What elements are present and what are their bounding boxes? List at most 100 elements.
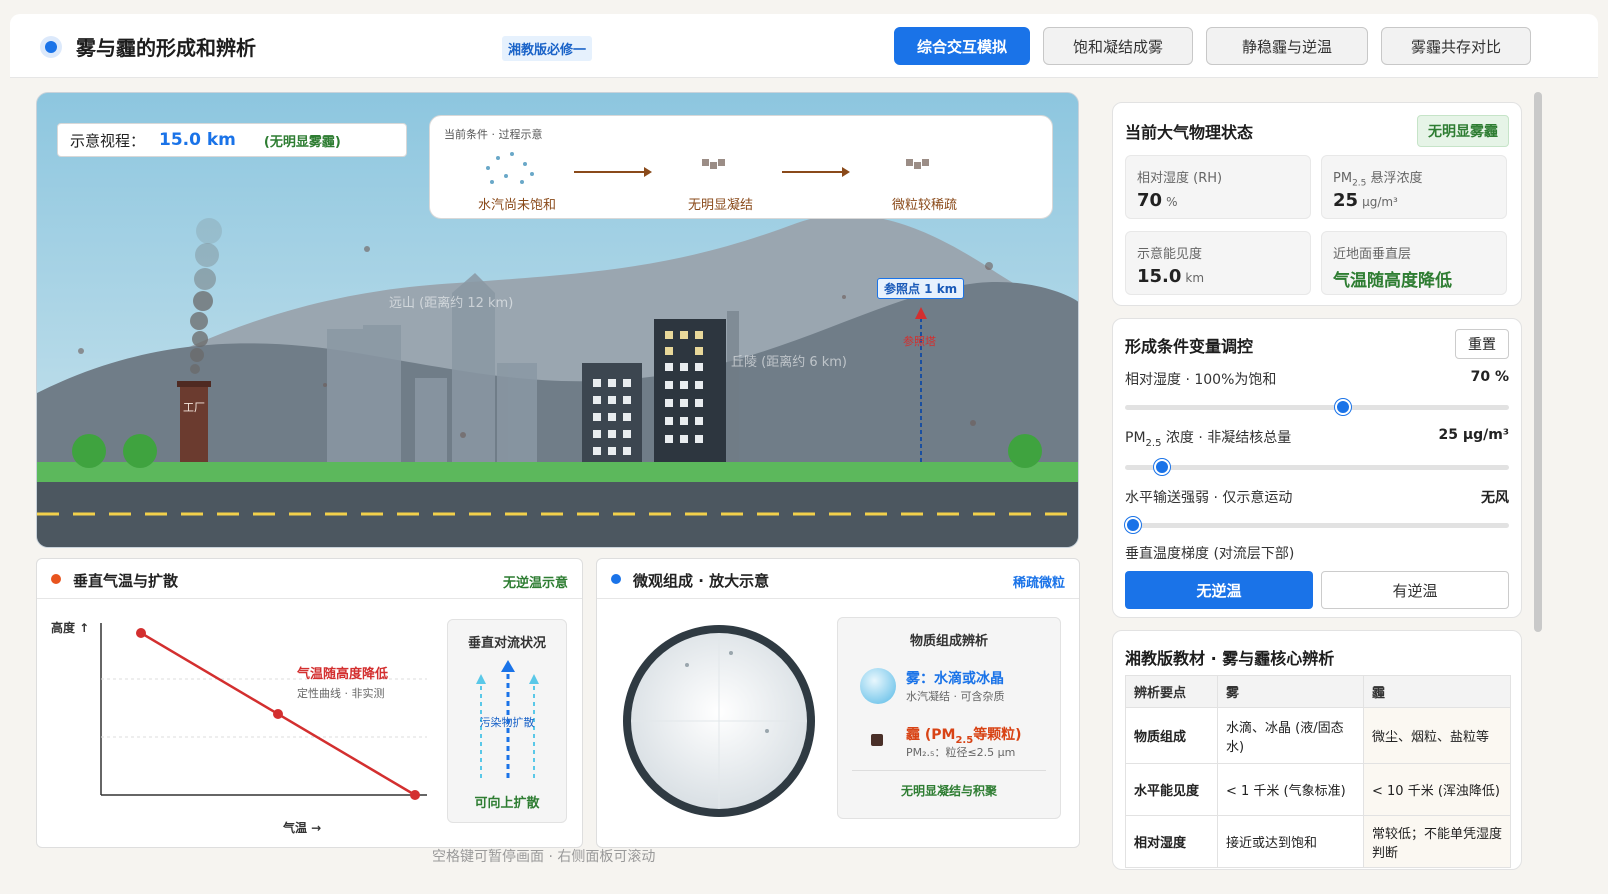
tab-stable-haze-inversion[interactable]: 静稳霾与逆温 — [1206, 27, 1368, 65]
haze-label-post: 等颗粒) — [973, 727, 1022, 743]
panel-dot-icon — [611, 574, 621, 584]
wind-slider-label: 水平输送强弱 · 仅示意运动 — [1125, 490, 1293, 506]
haze-particle-icon — [871, 734, 883, 746]
haze-label: 霾 (PM2.5等颗粒) — [906, 724, 1022, 746]
no-inversion-button[interactable]: 无逆温 — [1125, 571, 1313, 609]
side-panel-scrollbar[interactable] — [1534, 92, 1542, 632]
micro-composition-panel: 微观组成 · 放大示意 稀疏微粒 物质组成辨析 雾：水滴或冰晶 水汽凝结 · 可… — [596, 558, 1080, 848]
table-cell-haze: < 10 千米 (浑浊降低) — [1363, 763, 1511, 816]
vis-stat-value: 15.0 km — [1137, 266, 1204, 287]
wind-slider[interactable] — [1125, 523, 1509, 528]
rh-slider-thumb[interactable] — [1334, 399, 1351, 415]
fog-note: 水汽凝结 · 可含杂质 — [906, 690, 1005, 703]
pm-stat-value: 25 μg/m³ — [1333, 190, 1398, 211]
rh-stat-unit: % — [1166, 195, 1178, 209]
pm-stat-number: 25 — [1333, 190, 1359, 211]
state-card-title: 当前大气物理状态 — [1125, 123, 1254, 142]
table-row: 水平能见度 < 1 千米 (气象标准) < 10 千米 (浑浊降低) — [1125, 763, 1511, 816]
haze-note: PM₂.₅：粒径≤2.5 μm — [906, 746, 1016, 759]
atmospheric-state-card: 当前大气物理状态 无明显雾霾 相对湿度 (RH) 70% PM2.5 悬浮浓度 … — [1112, 102, 1522, 306]
composition-legend: 物质组成辨析 雾：水滴或冰晶 水汽凝结 · 可含杂质 霾 (PM2.5等颗粒) … — [837, 617, 1061, 819]
tab-saturation-fog[interactable]: 饱和凝结成雾 — [1043, 27, 1193, 65]
controls-card: 形成条件变量调控 重置 相对湿度 · 100%为饱和 70 % PM2.5 浓度… — [1112, 318, 1522, 618]
table-cell-fog: 水滴、冰晶 (液/固态水) — [1217, 707, 1364, 764]
controls-title: 形成条件变量调控 — [1125, 337, 1254, 356]
rh-slider-label: 相对湿度 · 100%为饱和 — [1125, 372, 1277, 388]
factory-chimney — [177, 381, 211, 465]
vertical-temperature-panel: 垂直气温与扩散 无逆温示意 高度 ↑ 气温 → 气温随高度降低 定性曲线 · 非… — [36, 558, 583, 848]
tree-left-1 — [72, 434, 106, 468]
table-header-cell: 雾 — [1217, 675, 1364, 708]
curve-note: 定性曲线 · 非实测 — [297, 687, 385, 700]
simulation-scene[interactable]: 示意视程： 15.0 km (无明显雾霾) 当前条件 · 过程示意 水汽尚未饱和… — [36, 92, 1079, 548]
rh-slider-value: 70 % — [1470, 369, 1509, 385]
micro-panel-title: 微观组成 · 放大示意 — [633, 572, 770, 590]
reference-tower-label: 参照塔 — [903, 335, 936, 348]
wind-slider-thumb[interactable] — [1125, 517, 1141, 533]
temperature-profile-chart — [100, 623, 427, 800]
app-header: 雾与霾的形成和辨析 湘教版必修一 综合交互模拟 饱和凝结成雾 静稳霾与逆温 雾霾… — [10, 14, 1598, 78]
layer-stat-value: 气温随高度降低 — [1333, 271, 1452, 291]
rh-slider[interactable] — [1125, 405, 1509, 410]
curve-label: 气温随高度降低 — [297, 667, 389, 682]
tree-left-2 — [123, 434, 157, 468]
table-header-cell: 辨析要点 — [1125, 675, 1218, 708]
rh-stat-value: 70% — [1137, 190, 1177, 211]
curve-point-top — [136, 628, 146, 638]
convection-title: 垂直对流状况 — [467, 636, 546, 651]
inversion-button[interactable]: 有逆温 — [1321, 571, 1509, 609]
panel-dot-icon — [51, 574, 61, 584]
rh-stat-label: 相对湿度 (RH) — [1137, 171, 1223, 186]
vertical-panel-header: 垂直气温与扩散 无逆温示意 — [37, 559, 582, 599]
vapor-icon — [486, 152, 534, 184]
pm-stat-label-pre: PM — [1333, 171, 1353, 186]
far-mountain-label: 远山 (距离约 12 km) — [389, 296, 514, 311]
curve-point-bottom — [410, 790, 420, 800]
side-panel[interactable]: 当前大气物理状态 无明显雾霾 相对湿度 (RH) 70% PM2.5 悬浮浓度 … — [1100, 92, 1550, 870]
tree-right — [1008, 434, 1042, 468]
pm-slider-label-post: 浓度 · 非凝结核总量 — [1161, 430, 1292, 446]
y-axis-label: 高度 ↑ — [51, 621, 90, 635]
fog-label: 雾：水滴或冰晶 — [906, 671, 1004, 687]
legend-footer: 无明显凝结与积聚 — [900, 784, 997, 798]
stat-visibility: 示意能见度 15.0 km — [1125, 231, 1311, 295]
table-row: 相对湿度 接近或达到饱和 常较低；不能单凭湿度判断 — [1125, 815, 1511, 868]
factory-label: 工厂 — [183, 401, 205, 414]
step-no-condensation: 无明显凝结 — [688, 198, 754, 213]
vertical-panel-status: 无逆温示意 — [502, 576, 568, 591]
visibility-label: 示意视程： — [70, 131, 146, 150]
state-status-badge: 无明显雾霾 — [1417, 115, 1509, 147]
page-title: 雾与霾的形成和辨析 — [76, 36, 256, 60]
pm-slider-label-pre: PM — [1125, 430, 1146, 446]
table-cell-haze: 微尘、烟粒、盐粒等 — [1363, 707, 1511, 764]
legend-title: 物质组成辨析 — [909, 634, 988, 649]
step-sparse-particles: 微粒较稀疏 — [892, 198, 958, 213]
convection-box: 垂直对流状况 污染物扩散 可向上扩散 — [447, 619, 567, 823]
sparse-particles-icon — [906, 159, 929, 169]
reset-button[interactable]: 重置 — [1455, 329, 1509, 359]
convection-mid-label: 污染物扩散 — [479, 716, 535, 729]
table-row: 物质组成 水滴、冰晶 (液/固态水) 微尘、烟粒、盐粒等 — [1125, 707, 1511, 764]
step-unsaturated: 水汽尚未饱和 — [478, 198, 557, 213]
tab-fog-haze-comparison[interactable]: 雾霾共存对比 — [1381, 27, 1531, 65]
convection-bottom-label: 可向上扩散 — [474, 796, 540, 811]
vis-stat-unit: km — [1185, 271, 1205, 285]
legend-divider — [852, 770, 1046, 771]
vis-stat-number: 15.0 — [1137, 266, 1182, 287]
pm-slider[interactable] — [1125, 465, 1509, 470]
textbook-title: 湘教版教材 · 雾与霾核心辨析 — [1125, 649, 1335, 668]
pm-stat-label-sub: 2.5 — [1352, 178, 1367, 189]
micro-panel-header: 微观组成 · 放大示意 稀疏微粒 — [597, 559, 1079, 599]
curve-point-middle — [273, 709, 283, 719]
water-droplet-icon — [860, 668, 896, 704]
gradient-label: 垂直温度梯度 (对流层下部) — [1125, 546, 1295, 562]
textbook-badge: 湘教版必修一 — [502, 36, 593, 61]
table-cell-fog: 接近或达到饱和 — [1217, 815, 1364, 868]
layer-stat-label: 近地面垂直层 — [1333, 247, 1412, 262]
pm-slider-label: PM2.5 浓度 · 非凝结核总量 — [1125, 427, 1291, 449]
reference-point-label: 参照点 1 km — [877, 278, 965, 299]
tab-integrated-simulation[interactable]: 综合交互模拟 — [894, 27, 1030, 65]
pm-slider-thumb[interactable] — [1154, 459, 1171, 475]
haze-label-pre: 霾 (PM — [906, 727, 956, 743]
table-cell-haze: 常较低；不能单凭湿度判断 — [1363, 815, 1511, 868]
